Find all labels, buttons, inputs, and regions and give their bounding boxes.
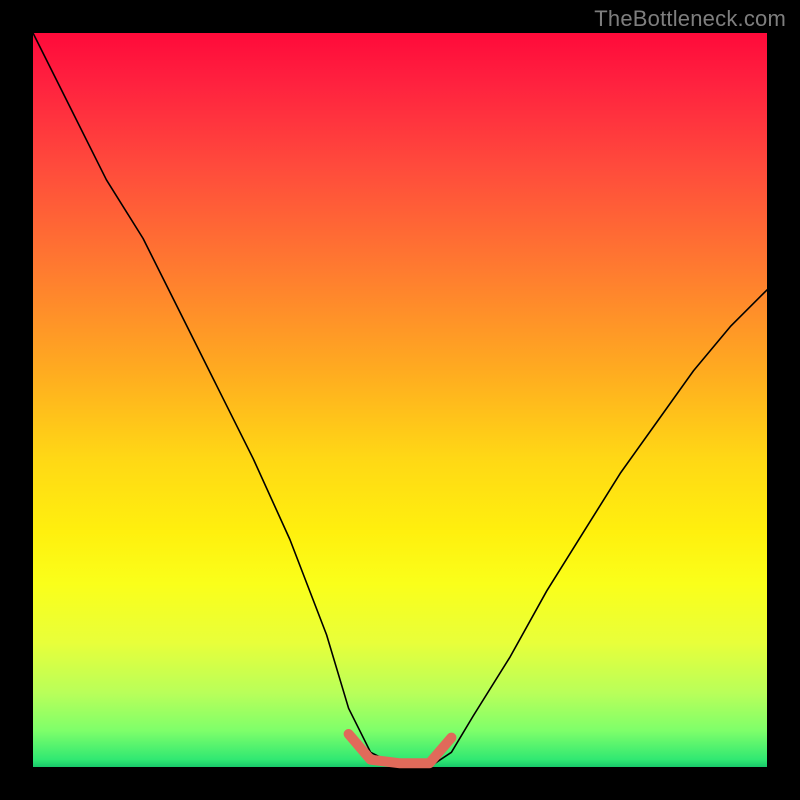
bottleneck-curve xyxy=(33,33,767,767)
plot-area xyxy=(33,33,767,767)
watermark-text: TheBottleneck.com xyxy=(594,6,786,32)
chart-frame: TheBottleneck.com xyxy=(0,0,800,800)
chart-svg xyxy=(33,33,767,767)
